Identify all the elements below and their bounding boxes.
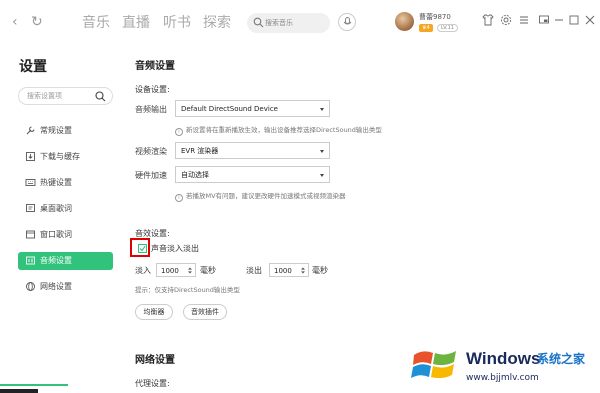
chevron-down-icon [320, 174, 324, 177]
audio-output-select[interactable]: Default DirectSound Device [175, 100, 330, 117]
spinner-arrows-icon[interactable] [188, 267, 192, 274]
sidebar-item-label: 桌面歌词 [40, 204, 72, 213]
info-icon: i [175, 128, 183, 136]
keyboard-icon [25, 179, 36, 186]
video-render-value: EVR 渲染器 [181, 147, 219, 155]
sidebar-item-general[interactable]: 常规设置 [18, 122, 113, 140]
fade-label: 声音淡入淡出 [151, 244, 199, 253]
wrench-icon [26, 126, 35, 135]
hw-accel-hint-text: 若播放MV有问题，建议更改硬件加速模式或视频渲染器 [186, 192, 346, 200]
chevron-down-icon [320, 150, 324, 153]
hw-accel-label: 硬件加速 [135, 171, 167, 180]
highlight-box [130, 238, 150, 257]
windows-logo-icon [411, 351, 456, 379]
watermark-brand: Windows [466, 349, 541, 368]
window-lyrics-icon [26, 230, 35, 239]
sidebar-item-label: 音频设置 [40, 256, 72, 265]
page-title: 设置 [19, 59, 47, 75]
audio-output-hint: i 新设置将在重新播放生效，输出设备推荐选择DirectSound输出类型 [175, 125, 382, 136]
sidebar-item-window-lyrics[interactable]: 窗口歌词 [18, 226, 113, 244]
fade-out-label: 淡出 [246, 266, 262, 275]
effects-plugin-button[interactable]: 音效插件 [183, 304, 227, 320]
sidebar-item-label: 窗口歌词 [40, 230, 72, 239]
audio-output-value: Default DirectSound Device [181, 105, 278, 113]
video-render-label: 视频渲染 [135, 147, 167, 156]
equalizer-button[interactable]: 均衡器 [135, 304, 173, 320]
fade-in-unit: 毫秒 [200, 266, 216, 275]
chevron-down-icon [320, 108, 324, 111]
proxy-settings-title: 代理设置: [135, 379, 170, 388]
hw-accel-hint: i 若播放MV有问题，建议更改硬件加速模式或视频渲染器 [175, 191, 346, 202]
sidebar-item-network[interactable]: 网络设置 [18, 278, 113, 296]
desktop-lyrics-icon [26, 204, 35, 212]
network-icon [26, 282, 35, 291]
spinner-arrows-icon[interactable] [301, 267, 305, 274]
progress-bar [0, 384, 68, 386]
sidebar-item-download[interactable]: 下载与缓存 [18, 148, 113, 166]
search-icon[interactable] [95, 91, 106, 102]
watermark-url: www.bjjmlv.com [466, 373, 539, 383]
fade-in-stepper[interactable]: 1000 [156, 263, 196, 277]
download-icon [26, 152, 35, 161]
sidebar-item-label: 常规设置 [40, 126, 72, 135]
audio-icon [26, 256, 35, 265]
hw-accel-select[interactable]: 自动选择 [175, 166, 330, 183]
fade-out-unit: 毫秒 [312, 266, 328, 275]
sidebar-item-hotkeys[interactable]: 热键设置 [18, 174, 113, 192]
hw-accel-value: 自动选择 [181, 171, 209, 179]
fade-in-value: 1000 [161, 267, 179, 275]
fade-out-stepper[interactable]: 1000 [269, 263, 309, 277]
fade-in-label: 淡入 [135, 266, 151, 275]
device-settings-title: 设备设置: [135, 85, 170, 94]
watermark-cn: 系统之家 [537, 352, 586, 366]
settings-search-input[interactable]: 搜索设置项 [18, 87, 113, 105]
audio-output-label: 音频输出 [135, 105, 167, 114]
directsound-tip: 提示：仅支持DirectSound输出类型 [135, 286, 240, 294]
sidebar-item-label: 热键设置 [40, 178, 72, 187]
sidebar-item-audio[interactable]: 音频设置 [18, 252, 113, 270]
audio-section-title: 音频设置 [135, 61, 175, 72]
back-icon[interactable]: ‹ [12, 13, 18, 31]
sidebar-item-label: 下载与缓存 [40, 152, 80, 161]
settings-search-placeholder: 搜索设置项 [27, 92, 62, 100]
fade-out-value: 1000 [274, 267, 292, 275]
video-render-select[interactable]: EVR 渲染器 [175, 142, 330, 159]
tab-music[interactable]: 音乐 [82, 14, 110, 32]
refresh-icon[interactable]: ↻ [31, 13, 43, 31]
bottom-edge [0, 389, 38, 393]
info-icon: i [175, 194, 183, 202]
sidebar-item-desktop-lyrics[interactable]: 桌面歌词 [18, 200, 113, 218]
sidebar-item-label: 网络设置 [40, 282, 72, 291]
settings-content: 音频设置 设备设置: 音频输出 Default DirectSound Devi… [130, 0, 600, 393]
audio-output-hint-text: 新设置将在重新播放生效，输出设备推荐选择DirectSound输出类型 [186, 126, 382, 134]
network-section-title: 网络设置 [135, 355, 175, 366]
